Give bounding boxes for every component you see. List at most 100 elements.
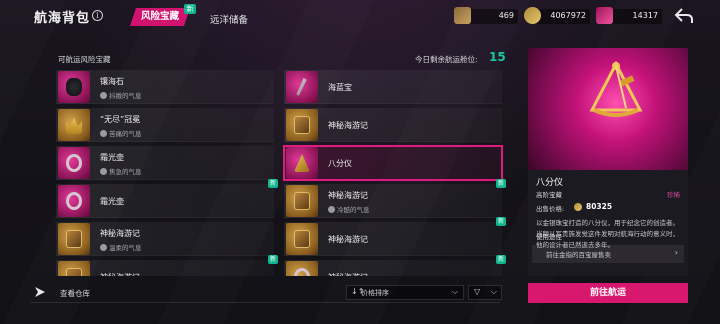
chevron-down-icon: ⌵ [490, 287, 497, 296]
new-badge: 新 [268, 179, 278, 188]
item-thumbnail [58, 109, 90, 141]
item-thumbnail [58, 147, 90, 179]
book-icon [294, 192, 310, 210]
item-name: 神秘海游记 [100, 272, 140, 276]
item-thumbnail [58, 261, 90, 276]
currency-map: 469 [454, 7, 518, 24]
coin-currency-icon [524, 7, 541, 24]
item-thumbnail [286, 261, 318, 276]
divider [30, 302, 500, 303]
item-thumbnail [286, 223, 318, 255]
new-badge: 新 [496, 255, 506, 264]
aura-icon [100, 244, 107, 251]
item-aura-tag: 焦急的气息 [100, 166, 142, 176]
treasure-item[interactable]: 霜光壶焦急的气息 [56, 146, 274, 180]
item-aura-tag: 苦痛的气息 [100, 128, 142, 138]
item-name: 神秘海游记 [328, 235, 368, 244]
treasure-item[interactable]: 神秘海游记 新 [284, 217, 506, 256]
remaining-slots-value: 15 [489, 50, 506, 64]
treasure-grid: 镶海石 抖擞的气息 海蓝宝 “无尽”冠冕 苦痛的气息 神秘海游记 霜光壶 焦急的气息 八分仪 霜光… [56, 70, 506, 276]
treasure-item[interactable]: 神秘海游记温柔的气息 [56, 222, 274, 256]
map-currency-icon [454, 7, 471, 24]
list-header: 可航运风险宝藏 [58, 55, 111, 64]
treasure-item[interactable]: 八分仪 [283, 145, 503, 181]
spyglass-icon [296, 78, 307, 96]
book-icon [294, 230, 310, 248]
item-name: “无尽”冠冕 [100, 115, 141, 124]
arrow-right-icon[interactable] [34, 286, 46, 298]
chevron-right-icon: › [674, 248, 678, 257]
item-name: 神秘海游记 [328, 191, 368, 200]
item-thumbnail [286, 185, 318, 217]
sort-label: 价格排序 [361, 289, 389, 297]
aura-icon [100, 92, 107, 99]
coin-icon [574, 203, 582, 211]
item-name: 镶海石 [100, 77, 124, 86]
page-title: 航海背包 [34, 11, 91, 26]
item-aura-tag: 温柔的气息 [100, 242, 142, 252]
chevron-down-icon: ⌵ [451, 287, 458, 296]
currency-coin: 4067972 [524, 7, 590, 24]
tab-ocean-reserve[interactable]: 远洋储备 [210, 12, 248, 26]
view-warehouse-button[interactable]: 查看仓库 [60, 288, 90, 299]
treasure-item[interactable]: 神秘海游记 [284, 108, 502, 142]
usage-option-label: 前往金指的百宝屋售卖 [546, 251, 611, 259]
detail-panel: 八分仪 高阶宝藏 珍稀 出售价格: 80325 以金银珠宝打造的八分仪，用于纪念… [528, 48, 688, 276]
usage-title: 使用途径 [536, 233, 562, 241]
aura-icon [100, 168, 107, 175]
detail-rarity: 高阶宝藏 [536, 191, 562, 199]
treasure-item[interactable]: 神秘海游记 新 [56, 255, 278, 276]
currency-gem: 14317 [596, 7, 662, 24]
item-name: 神秘海游记 [328, 272, 368, 276]
item-name: 神秘海游记 [328, 121, 368, 130]
back-arrow-icon[interactable] [674, 7, 694, 25]
price-value: 80325 [586, 202, 613, 211]
new-badge: 新 [496, 217, 506, 226]
price-label: 出售价格: [536, 205, 565, 213]
item-name: 八分仪 [328, 159, 352, 168]
item-tag-text: 抖擞的气息 [109, 92, 142, 100]
treasure-item[interactable]: 海蓝宝 [284, 70, 502, 104]
sextant-icon [294, 154, 310, 172]
info-icon[interactable]: i [92, 10, 103, 21]
item-name: 霜光壶 [100, 153, 124, 162]
treasure-item[interactable]: 神秘海游记 新 [284, 255, 506, 276]
treasure-item[interactable]: 神秘海游记冷酷的气息 新 [284, 179, 506, 218]
go-shipping-button[interactable]: 前往航运 [528, 283, 688, 303]
rope-icon [66, 192, 82, 210]
currency-value: 14317 [632, 11, 658, 20]
item-tag-text: 焦急的气息 [109, 168, 142, 176]
treasure-item[interactable]: 霜光壶 新 [56, 179, 278, 218]
item-name: 神秘海游记 [100, 229, 140, 238]
new-badge: 新 [184, 4, 196, 14]
item-thumbnail [58, 223, 90, 255]
book-icon [66, 268, 82, 276]
item-thumbnail [286, 71, 318, 103]
treasure-item[interactable]: 镶海石抖擞的气息 [56, 70, 274, 104]
new-badge: 新 [496, 179, 506, 188]
rope-icon [294, 268, 310, 276]
currency-value: 4067972 [550, 11, 586, 20]
item-tag-text: 冷酷的气息 [337, 206, 370, 214]
item-tag-text: 苦痛的气息 [109, 130, 142, 138]
remaining-slots-label: 今日剩余航运舱位: [415, 55, 478, 64]
sort-dropdown[interactable]: ↓↑ 价格排序 ⌵ [346, 285, 464, 300]
aura-icon [328, 206, 335, 213]
filter-icon: ▽ [474, 287, 481, 296]
usage-option[interactable]: 前往金指的百宝屋售卖 › [532, 245, 684, 263]
aura-icon [100, 130, 107, 137]
item-thumbnail [58, 71, 90, 103]
item-aura-tag: 冷酷的气息 [328, 204, 370, 214]
new-badge: 新 [268, 255, 278, 264]
item-thumbnail [286, 147, 318, 179]
item-name: 海蓝宝 [328, 83, 352, 92]
rock-icon [66, 78, 82, 96]
filter-dropdown[interactable]: ▽ ⌵ [468, 285, 502, 300]
detail-rarity-tag: 珍稀 [667, 191, 680, 199]
currency-value: 469 [498, 11, 514, 20]
sextant-icon [589, 60, 643, 117]
treasure-item[interactable]: “无尽”冠冕苦痛的气息 [56, 108, 274, 142]
tab-risk-treasure[interactable]: 风险宝藏 [130, 8, 190, 26]
detail-item-name: 八分仪 [536, 178, 564, 188]
crown-icon [66, 117, 82, 134]
